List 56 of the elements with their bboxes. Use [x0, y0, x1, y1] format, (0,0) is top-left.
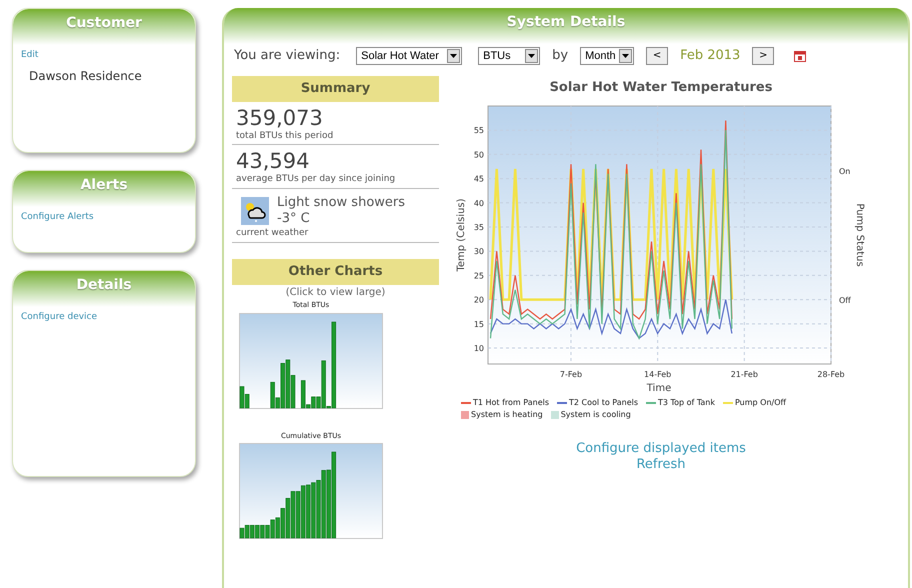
stat-value: 43,594 — [236, 149, 310, 173]
axis-tick-label: Off — [839, 296, 851, 305]
stat-label: average BTUs per day since joining — [236, 173, 396, 186]
dropdown[interactable]: Solar Hot Water — [356, 46, 462, 65]
axis-tick-label: 14-Feb — [644, 370, 672, 379]
legend-label: System is cooling — [560, 409, 631, 421]
panel-title: System Details — [506, 13, 626, 32]
dropdown[interactable]: Month — [580, 46, 634, 65]
weather-label: current weather — [236, 226, 310, 240]
period-label: Feb 2013 — [680, 47, 740, 65]
panel-title: Customer — [66, 14, 142, 33]
axis-title: Temp (Celsius) — [456, 198, 467, 272]
calendar-icon[interactable] — [794, 50, 806, 62]
axis-tick-label: 28-Feb — [817, 370, 845, 379]
legend-label: T1 Hot from Panels — [473, 397, 550, 409]
axis-tick-label: 50 — [474, 150, 484, 160]
bar-chart-thumbnail[interactable] — [239, 443, 383, 539]
axis-tick-label: 55 — [474, 126, 484, 136]
stat-label: total BTUs this period — [236, 130, 334, 142]
previous-button[interactable]: < — [646, 46, 668, 65]
axis-tick-label: 35 — [474, 223, 484, 232]
axis-tick-label: 21-Feb — [730, 370, 758, 379]
customer-name: Dawson Residence — [29, 68, 143, 84]
axis-tick-label: 30 — [474, 247, 484, 256]
edit-link[interactable]: Edit — [21, 49, 38, 62]
axis-title: Time — [646, 383, 672, 393]
viewing-label: You are viewing: — [234, 47, 340, 65]
stat-value: 359,073 — [236, 106, 324, 130]
axis-tick-label: 7-Feb — [560, 370, 582, 379]
axis-tick-label: 25 — [474, 271, 484, 280]
legend-label: System is heating — [471, 409, 543, 421]
weather-cloud-icon — [241, 196, 269, 224]
axis-tick-label: 20 — [474, 296, 484, 305]
section-header: Other Charts — [232, 259, 439, 285]
axis-tick-label: 15 — [474, 320, 484, 329]
configure-alerts-link[interactable]: Configure Alerts — [21, 211, 94, 224]
hint-text: (Click to view large) — [284, 286, 386, 300]
axis-tick-label: 45 — [474, 174, 484, 184]
legend-label: T3 Top of Tank — [658, 397, 715, 409]
axis-tick-label: 40 — [474, 198, 484, 208]
chart-title: Solar Hot Water Temperatures — [550, 78, 772, 96]
legend-label: T2 Cool to Panels — [569, 397, 638, 409]
by-label: by — [552, 47, 568, 65]
dropdown[interactable]: BTUs — [478, 46, 540, 65]
bar-chart-thumbnail[interactable] — [239, 312, 383, 408]
legend-label: Pump On/Off — [735, 397, 786, 409]
panel-title: Details — [76, 276, 132, 295]
weather-temperature: -3° C — [277, 210, 311, 226]
section-header: Summary — [232, 76, 439, 102]
weather-condition: Light snow showers — [277, 194, 406, 210]
next-button[interactable]: > — [752, 46, 774, 65]
axis-title: Pump Status — [854, 203, 865, 267]
axis-tick-label: On — [839, 167, 850, 176]
panel-title: Alerts — [80, 176, 128, 195]
configure-device-link[interactable]: Configure device — [21, 311, 98, 324]
axis-tick-label: 10 — [474, 344, 484, 354]
